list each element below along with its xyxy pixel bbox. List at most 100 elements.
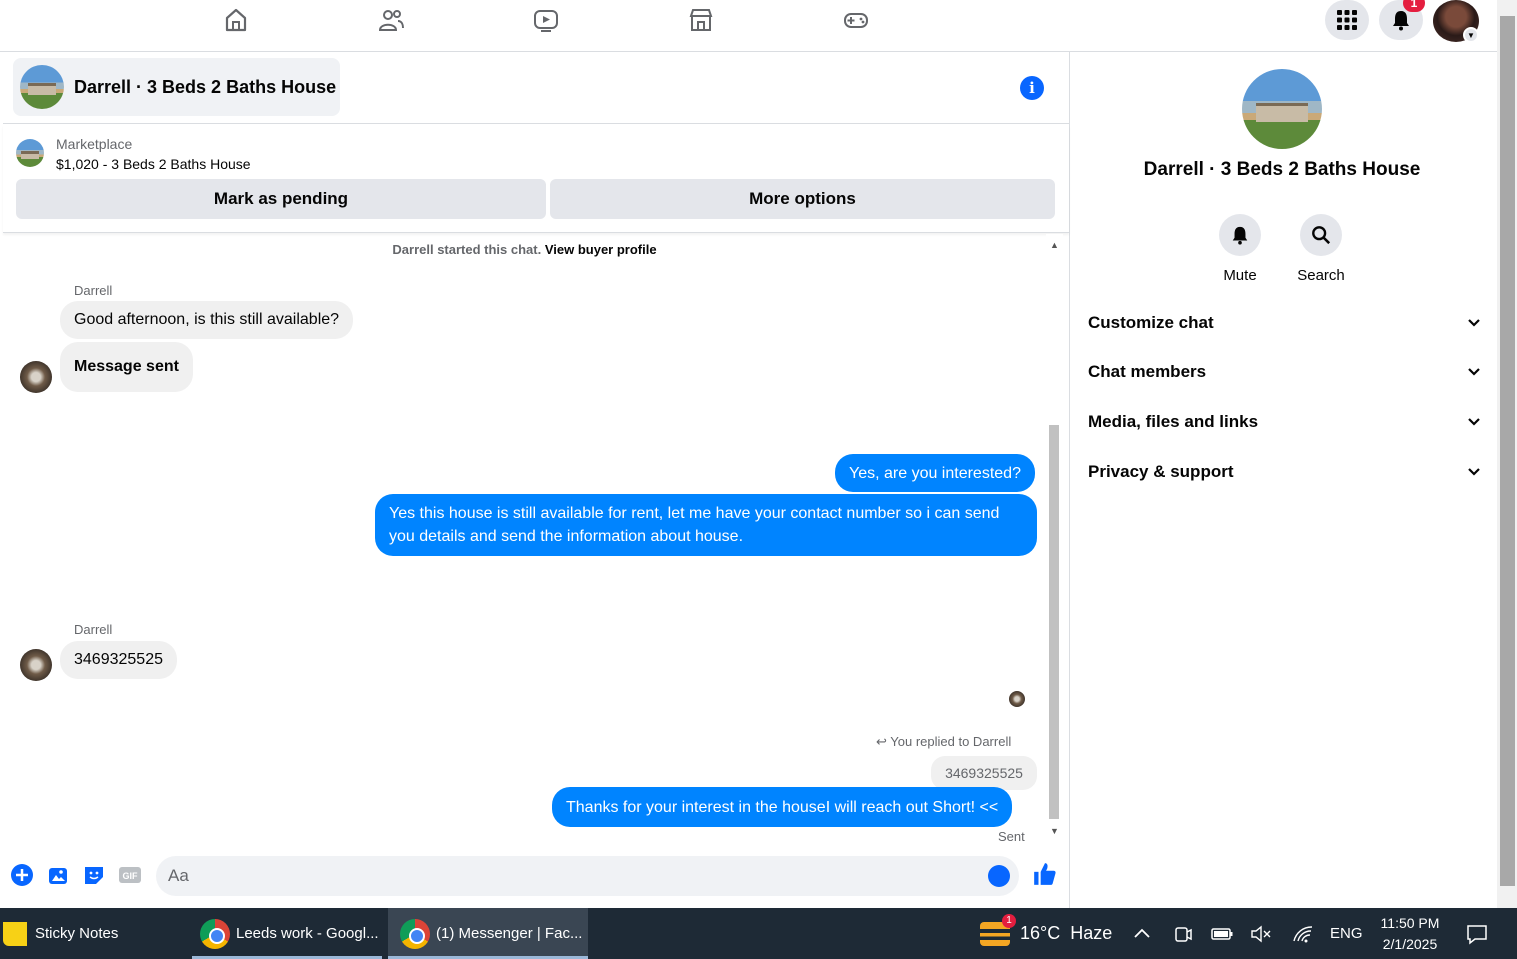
photo-icon[interactable] — [46, 863, 70, 887]
sticky-notes-icon — [3, 921, 27, 946]
message-bubble-incoming[interactable]: 3469325525 — [60, 641, 177, 679]
friends-icon[interactable] — [375, 4, 407, 36]
info-icon[interactable]: i — [1020, 76, 1044, 100]
volume-muted-icon[interactable] — [1250, 923, 1272, 945]
grid-icon — [1337, 10, 1357, 30]
chrome-icon — [200, 918, 230, 949]
info-panel-name: Darrell · 3 Beds 2 Baths House — [1143, 159, 1421, 180]
clock-date: 2/1/2025 — [1382, 936, 1438, 952]
page-scrollbar-thumb[interactable] — [1500, 16, 1515, 886]
taskbar-app-label: Leeds work - Googl... — [236, 925, 379, 942]
language-indicator[interactable]: ENG — [1330, 908, 1363, 959]
customize-chat-section[interactable]: Customize chat — [1088, 303, 1481, 343]
taskbar-app-label: Sticky Notes — [35, 925, 119, 942]
haze-icon: 1 — [980, 913, 1016, 946]
notifications-button[interactable]: 1 — [1379, 0, 1425, 40]
watch-icon[interactable] — [530, 4, 562, 36]
chrome-icon — [400, 918, 430, 949]
message-sender: Darrell — [74, 622, 113, 637]
view-buyer-profile-link[interactable]: View buyer profile — [545, 242, 657, 257]
message-bubble-outgoing[interactable]: Yes, are you interested? — [835, 454, 1035, 492]
chat-header: Darrell · 3 Beds 2 Baths House i — [3, 52, 1069, 124]
wifi-icon[interactable] — [1292, 923, 1314, 945]
thumbs-up-icon[interactable] — [1032, 861, 1058, 887]
section-label: Privacy & support — [1088, 462, 1234, 481]
chevron-up-icon[interactable] — [1131, 923, 1153, 945]
chevron-down-icon[interactable]: ▼ — [1463, 27, 1479, 43]
message-sender: Darrell — [74, 283, 113, 298]
weather-widget[interactable]: 1 16°C Haze — [980, 908, 1112, 959]
taskbar-chrome-messenger[interactable]: (1) Messenger | Fac... — [388, 908, 588, 959]
message-list: Darrell started this chat. View buyer pr… — [3, 234, 1069, 844]
battery-icon[interactable] — [1211, 923, 1233, 945]
message-bubble-outgoing[interactable]: Thanks for your interest in the houseI w… — [552, 787, 1013, 827]
search-action[interactable]: Search — [1291, 214, 1351, 284]
message-composer: GIF — [3, 852, 1069, 902]
scroll-up-icon[interactable]: ▲ — [1050, 240, 1059, 250]
chat-started-text: Darrell started this chat. — [392, 242, 542, 257]
weather-text: 16°C Haze — [1020, 923, 1113, 943]
notification-badge: 1 — [1403, 0, 1425, 12]
bell-icon — [1393, 11, 1409, 31]
chat-info-panel: Darrell · 3 Beds 2 Baths House Mute Sear… — [1071, 52, 1497, 908]
listing-avatar — [20, 65, 64, 109]
message-bubble-outgoing[interactable]: Yes this house is still available for re… — [375, 494, 1037, 556]
svg-text:GIF: GIF — [123, 871, 139, 881]
message-bubble-incoming[interactable]: Good afternoon, is this still available? — [60, 301, 354, 339]
listing-title[interactable]: $1,020 - 3 Beds 2 Baths House — [56, 156, 251, 172]
chevron-down-icon — [1467, 462, 1481, 482]
chevron-down-icon — [1467, 313, 1481, 333]
section-label: Customize chat — [1088, 313, 1214, 332]
chevron-down-icon — [1467, 362, 1481, 382]
top-navigation: 1 ▼ — [0, 0, 1497, 52]
seen-avatar — [1009, 691, 1025, 707]
sticker-icon[interactable] — [82, 863, 106, 887]
marketplace-bar: Marketplace $1,020 - 3 Beds 2 Baths Hous… — [3, 125, 1069, 233]
windows-taskbar: Sticky Notes Leeds work - Googl... (1) M… — [0, 908, 1517, 959]
meet-now-icon[interactable] — [1172, 923, 1194, 945]
emoji-icon[interactable] — [988, 865, 1010, 887]
bell-icon — [1232, 226, 1248, 245]
gaming-icon[interactable] — [840, 4, 872, 36]
clock[interactable]: 11:50 PM 2/1/2025 — [1373, 913, 1447, 955]
mark-as-pending-button[interactable]: Mark as pending — [16, 179, 546, 219]
chat-title: Darrell · 3 Beds 2 Baths House — [74, 76, 337, 97]
mute-action[interactable]: Mute — [1210, 214, 1270, 284]
info-panel-avatar[interactable] — [1242, 69, 1322, 149]
taskbar-sticky-notes[interactable]: Sticky Notes — [0, 908, 185, 959]
message-input-box[interactable] — [156, 856, 1019, 896]
section-label: Chat members — [1088, 362, 1207, 381]
marketplace-label: Marketplace — [56, 136, 133, 152]
sender-avatar[interactable] — [20, 361, 52, 393]
menu-grid-button[interactable] — [1325, 0, 1369, 40]
chat-title-button[interactable]: Darrell · 3 Beds 2 Baths House — [13, 58, 340, 116]
section-label: Media, files and links — [1088, 412, 1259, 431]
scroll-down-icon[interactable]: ▼ — [1050, 826, 1059, 836]
media-files-links-section[interactable]: Media, files and links — [1088, 402, 1481, 442]
taskbar-chrome-leeds[interactable]: Leeds work - Googl... — [192, 908, 382, 959]
chat-panel: Darrell · 3 Beds 2 Baths House i Marketp… — [3, 52, 1070, 908]
chevron-down-icon — [1467, 412, 1481, 432]
chat-members-section[interactable]: Chat members — [1088, 352, 1481, 392]
notification-center-icon[interactable] — [1465, 922, 1489, 946]
plus-icon[interactable] — [10, 863, 34, 887]
weather-badge: 1 — [1002, 913, 1016, 928]
clock-time: 11:50 PM — [1380, 915, 1440, 931]
search-label: Search — [1297, 267, 1345, 284]
marketplace-icon[interactable] — [685, 4, 717, 36]
gif-icon[interactable]: GIF — [118, 863, 142, 887]
privacy-support-section[interactable]: Privacy & support — [1088, 452, 1481, 492]
home-icon[interactable] — [220, 4, 252, 36]
sender-avatar[interactable] — [20, 649, 52, 681]
message-scrollbar-thumb[interactable] — [1049, 425, 1059, 819]
quoted-message[interactable]: 3469325525 — [931, 756, 1037, 790]
chat-started-notice: Darrell started this chat. View buyer pr… — [3, 242, 1046, 257]
more-options-button[interactable]: More options — [550, 179, 1055, 219]
search-icon — [1312, 226, 1331, 245]
listing-thumbnail[interactable] — [16, 139, 44, 167]
reply-icon: ↩ — [876, 734, 887, 749]
taskbar-app-label: (1) Messenger | Fac... — [436, 925, 583, 942]
sent-status: Sent — [998, 829, 1025, 844]
message-input[interactable] — [156, 856, 956, 896]
message-bubble-incoming[interactable]: Message sent — [60, 342, 193, 392]
